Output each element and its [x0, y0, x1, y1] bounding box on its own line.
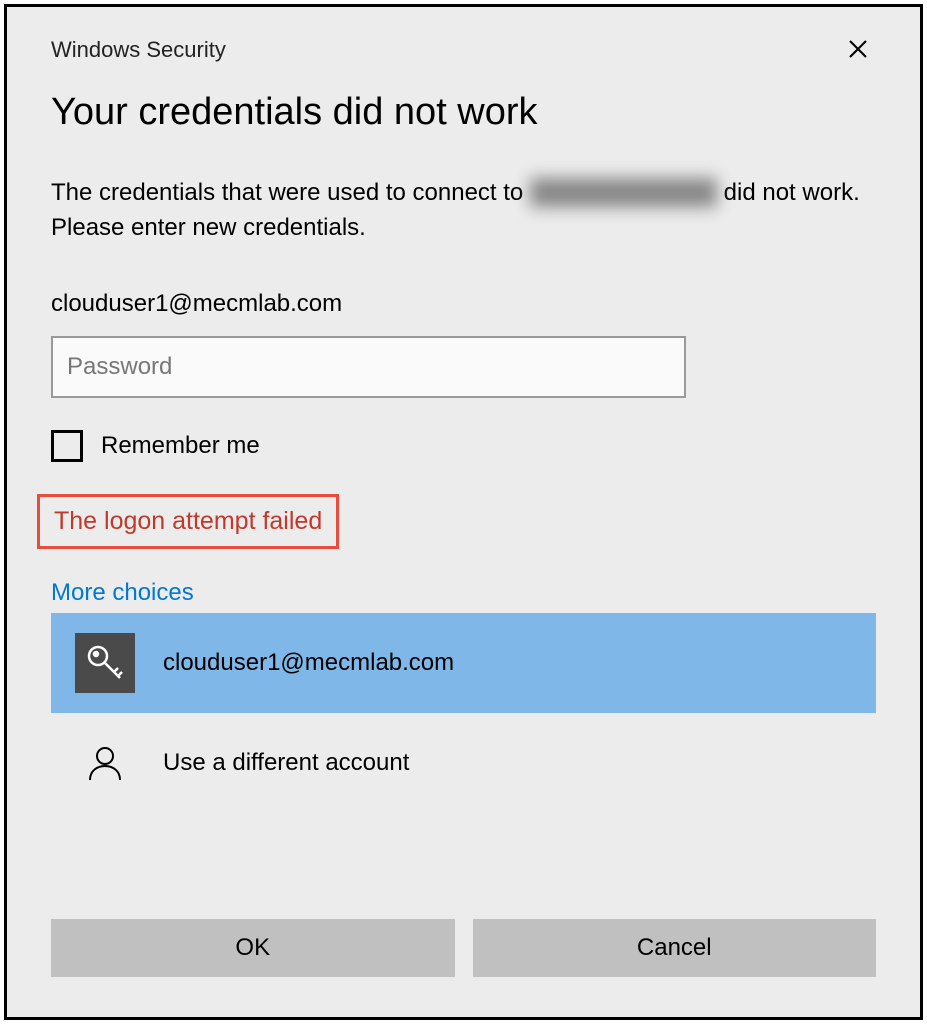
- close-icon[interactable]: [840, 33, 876, 67]
- error-message: The logon attempt failed: [54, 507, 322, 536]
- error-highlight-box: The logon attempt failed: [37, 494, 339, 549]
- description-text: The credentials that were used to connec…: [51, 176, 876, 246]
- account-options-list: clouduser1@mecmlab.com Use a different a…: [51, 613, 876, 813]
- username-label: clouduser1@mecmlab.com: [51, 290, 876, 318]
- key-icon: [75, 633, 135, 693]
- remember-me-row: Remember me: [51, 430, 876, 462]
- user-icon: [75, 733, 135, 793]
- remember-me-label: Remember me: [101, 432, 260, 460]
- ok-button[interactable]: OK: [51, 919, 455, 977]
- windows-security-dialog: Windows Security Your credentials did no…: [4, 4, 923, 1020]
- page-title: Your credentials did not work: [51, 91, 876, 134]
- account-option-different[interactable]: Use a different account: [51, 713, 876, 813]
- description-prefix: The credentials that were used to connec…: [51, 179, 530, 206]
- window-title: Windows Security: [51, 37, 226, 63]
- dialog-header: Windows Security: [51, 33, 876, 67]
- redacted-hostname: ███████████: [530, 176, 717, 211]
- button-row: OK Cancel: [51, 919, 876, 977]
- account-option-current[interactable]: clouduser1@mecmlab.com: [51, 613, 876, 713]
- password-input[interactable]: [51, 336, 686, 398]
- remember-me-checkbox[interactable]: [51, 430, 83, 462]
- account-option-label: clouduser1@mecmlab.com: [163, 649, 454, 677]
- more-choices-link[interactable]: More choices: [51, 579, 876, 607]
- account-option-label: Use a different account: [163, 749, 409, 777]
- cancel-button[interactable]: Cancel: [473, 919, 877, 977]
